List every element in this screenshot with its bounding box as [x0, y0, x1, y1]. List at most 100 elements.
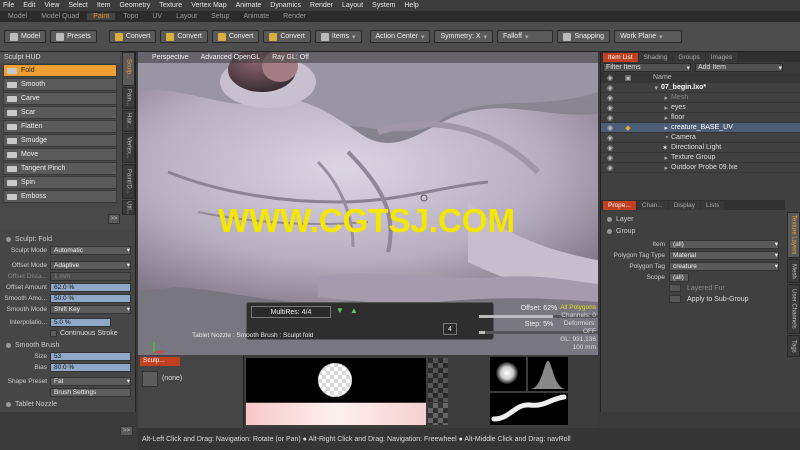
- tool-carve[interactable]: Carve: [3, 92, 117, 105]
- polygon-tag-select[interactable]: creature ▾: [669, 261, 779, 271]
- snapping-button[interactable]: Snapping: [557, 30, 611, 43]
- convert-button-2[interactable]: Convert: [160, 30, 208, 43]
- brush-swatch[interactable]: [142, 371, 158, 387]
- tool-move[interactable]: Move: [3, 148, 117, 161]
- tool-tangent-pinch[interactable]: Tangent Pinch: [3, 162, 117, 175]
- eye-icon[interactable]: ◉: [601, 113, 619, 123]
- vtab-util[interactable]: Util...: [122, 200, 135, 215]
- tab-render[interactable]: Render: [277, 13, 312, 20]
- level-up-icon[interactable]: ▲: [349, 306, 359, 318]
- tab-channels[interactable]: Chan...: [636, 200, 668, 210]
- smooth-amount-field[interactable]: 50.0 %: [50, 293, 131, 303]
- vtab-vertex[interactable]: Vertex...: [122, 133, 135, 163]
- vtab-sculpt[interactable]: Sculp...: [122, 52, 135, 86]
- tab-display[interactable]: Display: [668, 200, 701, 210]
- list-item[interactable]: ◉ ▸ Mesh: [601, 93, 800, 103]
- tab-setup[interactable]: Setup: [205, 13, 235, 20]
- list-item[interactable]: ◉ ▾ 07_begin.lxo*: [601, 83, 800, 93]
- group-section[interactable]: Group: [601, 226, 785, 236]
- layer-section[interactable]: Layer: [601, 214, 785, 224]
- scope-select[interactable]: (all): [669, 272, 689, 282]
- tool-spin[interactable]: Spin: [3, 176, 117, 189]
- offset-amount-field[interactable]: 62.0 %: [50, 282, 131, 292]
- continuous-stroke-row[interactable]: Continuous Stroke: [0, 328, 135, 338]
- tab-animate[interactable]: Animate: [237, 13, 275, 20]
- smooth-mode-select[interactable]: Shift Key ▾: [50, 304, 131, 314]
- tab-uv[interactable]: UV: [146, 13, 168, 20]
- convert-button-4[interactable]: Convert: [263, 30, 311, 43]
- menu-vertex-map[interactable]: Vertex Map: [191, 2, 226, 9]
- menu-edit[interactable]: Edit: [23, 2, 35, 9]
- list-item[interactable]: ◉ ▸ floor: [601, 113, 800, 123]
- vtab-paint-d[interactable]: Paint/D...: [122, 164, 135, 199]
- ray-gl-label[interactable]: Ray GL: Off: [272, 54, 309, 61]
- brush-settings-button[interactable]: Brush Settings: [50, 387, 131, 397]
- tab-lists[interactable]: Lists: [701, 200, 725, 210]
- tool-emboss[interactable]: Emboss: [3, 190, 117, 203]
- vtab-mesh[interactable]: Mesh: [787, 259, 800, 283]
- polygon-tag-type-select[interactable]: Material ▾: [669, 250, 779, 260]
- vtab-hair[interactable]: Hair...: [122, 110, 135, 132]
- eye-icon[interactable]: ◉: [601, 163, 619, 173]
- bias-field[interactable]: 80.0 %: [50, 362, 131, 372]
- shading-mode-label[interactable]: Advanced OpenGL: [201, 54, 261, 61]
- convert-button-1[interactable]: Convert: [108, 30, 157, 43]
- work-plane-dropdown[interactable]: Work Plane ▾: [614, 30, 682, 43]
- tool-smooth[interactable]: Smooth: [3, 78, 117, 91]
- list-item[interactable]: ◉ ✶ Directional Light: [601, 143, 800, 153]
- add-item-dropdown[interactable]: Add Item ▾: [695, 63, 783, 72]
- tablet-nozzle-section[interactable]: Tablet Nozzle: [0, 399, 135, 409]
- menu-layout[interactable]: Layout: [342, 2, 363, 9]
- apply-sub-group-checkbox[interactable]: [669, 295, 681, 303]
- lock-icon[interactable]: ◆: [619, 123, 637, 133]
- tab-images[interactable]: Images: [705, 52, 738, 62]
- filter-items-dropdown[interactable]: Filter Items ▾: [603, 63, 691, 72]
- menu-item[interactable]: Item: [97, 2, 111, 9]
- more-properties-button[interactable]: >>: [120, 426, 133, 436]
- tab-model-quad[interactable]: Model Quad: [35, 13, 85, 20]
- step-number-field[interactable]: 4: [443, 323, 457, 335]
- menu-geometry[interactable]: Geometry: [119, 2, 150, 9]
- model-button[interactable]: Model: [4, 30, 47, 43]
- tool-smudge[interactable]: Smudge: [3, 134, 117, 147]
- convert-button-3[interactable]: Convert: [211, 30, 260, 43]
- falloff-dropdown[interactable]: Falloff ▾: [497, 30, 554, 43]
- tab-item-list[interactable]: Item List: [603, 52, 638, 62]
- menu-file[interactable]: File: [3, 2, 14, 9]
- tool-fold[interactable]: Fold: [3, 64, 117, 77]
- layered-fur-row[interactable]: Layered Fur: [601, 283, 785, 293]
- vtab-texture-layers[interactable]: Texture Layers: [787, 212, 800, 258]
- tab-layout[interactable]: Layout: [170, 13, 203, 20]
- smooth-brush-section[interactable]: Smooth Brush: [0, 340, 135, 350]
- layered-fur-checkbox[interactable]: [669, 284, 681, 292]
- menu-help[interactable]: Help: [404, 2, 418, 9]
- tab-sculpt-brush[interactable]: Sculp...: [140, 357, 180, 366]
- offset-mode-select[interactable]: Adaptive ▾: [50, 260, 131, 270]
- eye-icon[interactable]: ◉: [601, 103, 619, 113]
- menu-system[interactable]: System: [372, 2, 395, 9]
- view-mode-label[interactable]: Perspective: [152, 54, 189, 61]
- action-center-dropdown[interactable]: Action Center ▾: [369, 30, 431, 43]
- continuous-stroke-checkbox[interactable]: [50, 329, 57, 337]
- interpolation-field[interactable]: 5.0 %: [50, 317, 111, 327]
- eye-icon[interactable]: ◉: [601, 143, 619, 153]
- eye-icon[interactable]: ◉: [601, 153, 619, 163]
- tool-scar[interactable]: Scar: [3, 106, 117, 119]
- vtab-tags[interactable]: Tags: [787, 335, 800, 357]
- list-item[interactable]: ◉ ▪ Camera: [601, 133, 800, 143]
- tab-properties[interactable]: Prope...: [603, 200, 636, 210]
- tab-model[interactable]: Model: [2, 13, 33, 20]
- tab-topo[interactable]: Topo: [117, 13, 144, 20]
- size-field[interactable]: 53: [50, 351, 131, 361]
- sculpt-mode-select[interactable]: Automatic ▾: [50, 245, 131, 255]
- offset-distance-field[interactable]: 1 mm: [50, 271, 131, 281]
- tool-flatten[interactable]: Flatten: [3, 120, 117, 133]
- vtab-user-channels[interactable]: User Channels: [787, 284, 800, 334]
- list-item[interactable]: ◉ ▸ eyes: [601, 103, 800, 113]
- list-item[interactable]: ◉ ◆ ▸ creature_BASE_UV: [601, 123, 800, 133]
- eye-icon[interactable]: ◉: [601, 93, 619, 103]
- tab-groups[interactable]: Groups: [673, 52, 705, 62]
- menu-select[interactable]: Select: [68, 2, 87, 9]
- item-select[interactable]: (all) ▾: [669, 239, 779, 249]
- level-down-icon[interactable]: ▼: [335, 306, 345, 318]
